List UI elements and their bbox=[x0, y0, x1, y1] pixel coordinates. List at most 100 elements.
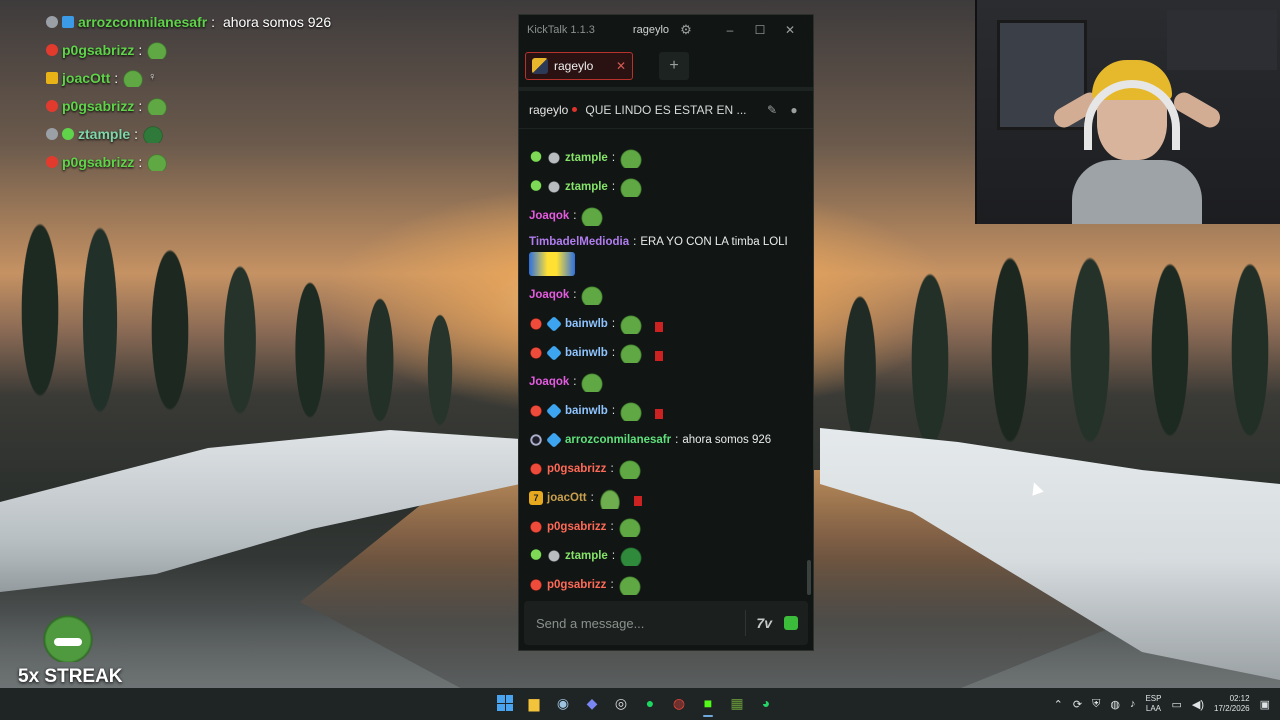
chat-messages[interactable]: ztample: ztample: Joaqok: TimbadelMediodia:… bbox=[519, 143, 813, 597]
chat-username[interactable]: TimbadelMediodia bbox=[529, 236, 629, 248]
chat-message[interactable]: ztample: bbox=[529, 143, 813, 172]
user-icon[interactable]: ● bbox=[785, 103, 803, 117]
sync-icon[interactable]: ⟳ bbox=[1073, 698, 1082, 711]
chat-message[interactable]: arrozconmilanesafr: ahora somos 926 bbox=[529, 425, 813, 454]
cube-badge-icon bbox=[546, 315, 562, 332]
add-tab-button[interactable]: + bbox=[659, 52, 689, 80]
tab-rageylo[interactable]: rageylo ✕ bbox=[525, 52, 633, 80]
dark-emote-icon bbox=[619, 545, 644, 566]
start-button[interactable] bbox=[495, 692, 515, 714]
discord-icon[interactable]: ◆ bbox=[582, 692, 602, 714]
chat-separator: : bbox=[610, 520, 614, 533]
language-indicator[interactable]: ESP LAA bbox=[1145, 694, 1161, 714]
chat-message[interactable]: p0gsabrizz: bbox=[529, 570, 813, 597]
chevron-up-icon[interactable]: ⌃ bbox=[1054, 698, 1063, 711]
chat-username[interactable]: ztample bbox=[565, 181, 608, 193]
whatsapp-icon[interactable]: ◕ bbox=[756, 692, 776, 714]
chat-username[interactable]: arrozconmilanesafr bbox=[565, 434, 671, 446]
chat-separator: : bbox=[590, 491, 594, 504]
spotify-icon[interactable]: ● bbox=[640, 692, 660, 714]
chat-message[interactable]: Joaqok: bbox=[529, 367, 813, 396]
input-divider bbox=[745, 610, 747, 636]
settings-gear-icon[interactable]: ⚙ bbox=[679, 23, 693, 37]
chat-scrollbar[interactable] bbox=[807, 560, 811, 595]
overlay-username: joacOtt bbox=[62, 70, 111, 86]
chat-separator: : bbox=[675, 433, 679, 446]
channel-avatar bbox=[532, 58, 548, 74]
chat-message[interactable]: p0gsabrizz: bbox=[529, 512, 813, 541]
bag-emote-icon: ♀ bbox=[148, 71, 157, 83]
7tv-emote-button[interactable]: 7v bbox=[756, 615, 772, 631]
chrome-icon[interactable]: ◍ bbox=[669, 692, 689, 714]
cube-badge-icon bbox=[546, 402, 562, 419]
chat-username[interactable]: p0gsabrizz bbox=[547, 521, 606, 533]
maximize-button[interactable]: ☐ bbox=[745, 23, 775, 37]
pin-icon[interactable]: ✎ bbox=[763, 103, 781, 117]
chat-separator: : bbox=[610, 578, 614, 591]
pepe-emote-icon bbox=[580, 371, 605, 392]
pepe-emote-icon bbox=[619, 342, 644, 363]
streamer bbox=[1050, 60, 1224, 224]
obs-icon[interactable]: ◎ bbox=[611, 692, 631, 714]
kick-icon[interactable]: ■ bbox=[698, 692, 718, 717]
message-input-area: 7v bbox=[524, 601, 808, 645]
shield-icon[interactable]: ⛨ bbox=[1092, 698, 1100, 711]
volume-icon[interactable]: ◀) bbox=[1192, 698, 1204, 711]
chat-username[interactable]: bainwlb bbox=[565, 318, 608, 330]
chat-message[interactable]: ztample: bbox=[529, 172, 813, 201]
grey-badge-icon bbox=[547, 179, 561, 194]
notification-icon[interactable]: ▣ bbox=[1260, 698, 1270, 711]
minecraft-icon[interactable]: ▦ bbox=[727, 692, 747, 714]
chat-separator: : bbox=[611, 180, 616, 193]
clock[interactable]: 02:12 17/2/2026 bbox=[1214, 694, 1250, 714]
microphone-icon[interactable]: ♪ bbox=[1130, 698, 1136, 710]
bag-emote-icon bbox=[647, 344, 664, 361]
chat-username[interactable]: ztample bbox=[565, 152, 608, 164]
kicktalk-window: KickTalk 1.1.3 rageylo ⚙ – ☐ ✕ rageylo ✕… bbox=[518, 14, 814, 651]
channel-name[interactable]: rageylo bbox=[529, 103, 568, 117]
chat-username[interactable]: joacOtt bbox=[547, 492, 587, 504]
red-badge-icon bbox=[529, 316, 543, 331]
chat-message[interactable]: bainwlb: bbox=[529, 309, 813, 338]
chat-username[interactable]: Joaqok bbox=[529, 376, 569, 388]
chat-message[interactable]: ztample: bbox=[529, 541, 813, 570]
alien-badge-icon bbox=[529, 150, 543, 165]
badge-icon bbox=[46, 128, 58, 140]
chat-message[interactable]: Joaqok: bbox=[529, 280, 813, 309]
badge-icon bbox=[46, 72, 58, 84]
chat-username[interactable]: p0gsabrizz bbox=[547, 463, 606, 475]
minimize-button[interactable]: – bbox=[715, 23, 745, 37]
pepe-emote-icon bbox=[580, 205, 605, 226]
app-title: KickTalk 1.1.3 bbox=[527, 24, 595, 36]
kick-emote-button[interactable] bbox=[784, 616, 798, 630]
chat-username[interactable]: bainwlb bbox=[565, 347, 608, 359]
file-explorer-icon[interactable]: ▆ bbox=[524, 692, 544, 714]
chat-message[interactable]: bainwlb: bbox=[529, 396, 813, 425]
current-user[interactable]: rageylo bbox=[633, 24, 669, 36]
message-input[interactable] bbox=[536, 615, 736, 631]
chat-username[interactable]: Joaqok bbox=[529, 210, 569, 222]
window-titlebar[interactable]: KickTalk 1.1.3 rageylo ⚙ – ☐ ✕ bbox=[519, 15, 813, 45]
alien-badge-icon bbox=[529, 548, 543, 563]
network-icon[interactable]: ▭ bbox=[1171, 698, 1181, 711]
tab-close-icon[interactable]: ✕ bbox=[616, 59, 626, 73]
chat-username[interactable]: bainwlb bbox=[565, 405, 608, 417]
chat-separator: : bbox=[633, 236, 637, 248]
chat-message[interactable]: bainwlb: bbox=[529, 338, 813, 367]
badge-icon bbox=[46, 16, 58, 28]
chat-username[interactable]: p0gsabrizz bbox=[547, 579, 606, 591]
close-button[interactable]: ✕ bbox=[775, 23, 805, 37]
chat-username[interactable]: ztample bbox=[565, 550, 608, 562]
chat-username[interactable]: Joaqok bbox=[529, 289, 569, 301]
cube-badge-icon bbox=[546, 431, 562, 448]
chat-message[interactable]: p0gsabrizz: bbox=[529, 454, 813, 483]
chat-separator: : bbox=[611, 549, 616, 562]
language-code: ESP bbox=[1145, 694, 1162, 703]
chat-message[interactable]: 7 joacOtt: bbox=[529, 483, 813, 512]
pepe-emote-icon bbox=[619, 176, 644, 197]
bag-emote-icon bbox=[647, 402, 664, 419]
chrome-tray-icon[interactable]: ◍ bbox=[1110, 698, 1120, 711]
steam-icon[interactable]: ◉ bbox=[553, 692, 573, 714]
chat-message[interactable]: Joaqok: bbox=[529, 201, 813, 230]
chat-message[interactable]: TimbadelMediodia: ERA YO CON LA timba LOL… bbox=[529, 230, 813, 280]
